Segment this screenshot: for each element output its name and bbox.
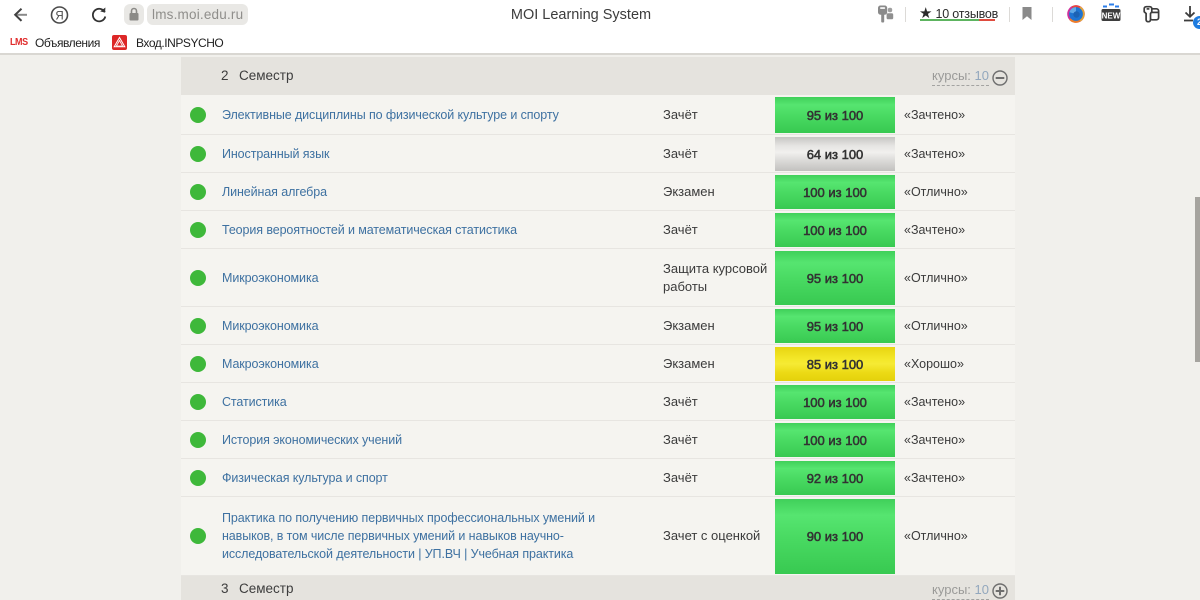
svg-text:Я: Я — [55, 10, 63, 22]
svg-text:NEW: NEW — [1102, 11, 1121, 20]
